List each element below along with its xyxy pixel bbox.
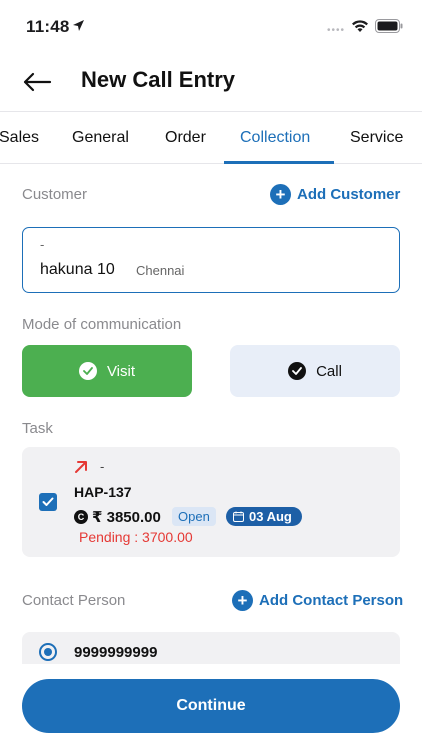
customer-name: hakuna 10 [40,261,115,278]
tab-general[interactable]: General [72,129,129,147]
visit-label: Visit [106,362,136,380]
date-badge: 03 Aug [226,507,302,526]
tab-order[interactable]: Order [165,129,206,147]
plus-icon: + [270,184,291,205]
tab-sales[interactable]: Sales [0,129,39,147]
task-pending: Pending : 3700.00 [79,529,193,545]
signal-icon: •••• [327,25,346,36]
customer-card[interactable]: - hakuna 10 Chennai [22,227,400,293]
contact-label: Contact Person [22,592,126,609]
check-circle-icon [78,362,97,380]
customer-label: Customer [22,186,88,203]
add-customer-label: Add Customer [297,186,401,203]
wifi-icon [351,19,369,38]
tab-service[interactable]: Service [350,129,403,147]
active-tab-indicator [224,161,334,164]
battery-icon [375,19,403,38]
contact-phone: 9999999999 [74,644,158,661]
tab-collection[interactable]: Collection [240,129,310,147]
call-label: Call [316,362,342,380]
calendar-icon [233,511,244,522]
contact-radio[interactable] [39,643,57,661]
task-label: Task [22,420,53,437]
customer-city: Chennai [136,263,185,278]
task-date-label: 03 Aug [249,509,292,524]
plus-icon: + [232,590,253,611]
location-arrow-icon [72,19,85,37]
page-title: New Call Entry [81,67,236,92]
task-dash: - [100,459,105,474]
customer-code: - [40,237,45,252]
task-card[interactable]: - HAP-137 C ₹ 3850.00 Open 03 Aug Pendin… [22,447,400,557]
bottom-bar: Continue [0,664,422,750]
arrow-up-right-icon [74,460,88,479]
status-time: 11:48 [26,17,70,36]
task-code: HAP-137 [74,484,132,500]
arrow-left-icon [23,72,52,92]
status-badge: Open [172,507,216,526]
coin-icon: C [74,510,88,524]
task-checkbox[interactable] [39,493,57,511]
check-circle-icon [288,362,307,380]
mode-label: Mode of communication [22,316,182,333]
header: New Call Entry [0,52,422,112]
continue-button[interactable]: Continue [22,679,400,733]
add-contact-person-button[interactable]: + Add Contact Person [232,590,403,611]
checkmark-icon [42,497,54,506]
call-option-button[interactable]: Call [230,345,400,397]
add-contact-label: Add Contact Person [259,592,404,609]
tab-bar: Sales General Order Collection Service [0,112,422,164]
task-amount: ₹ 3850.00 [92,509,161,526]
add-customer-button[interactable]: + Add Customer [270,184,400,205]
status-bar: 11:48 •••• [0,0,422,52]
visit-option-button[interactable]: Visit [22,345,192,397]
back-button[interactable] [22,67,58,97]
